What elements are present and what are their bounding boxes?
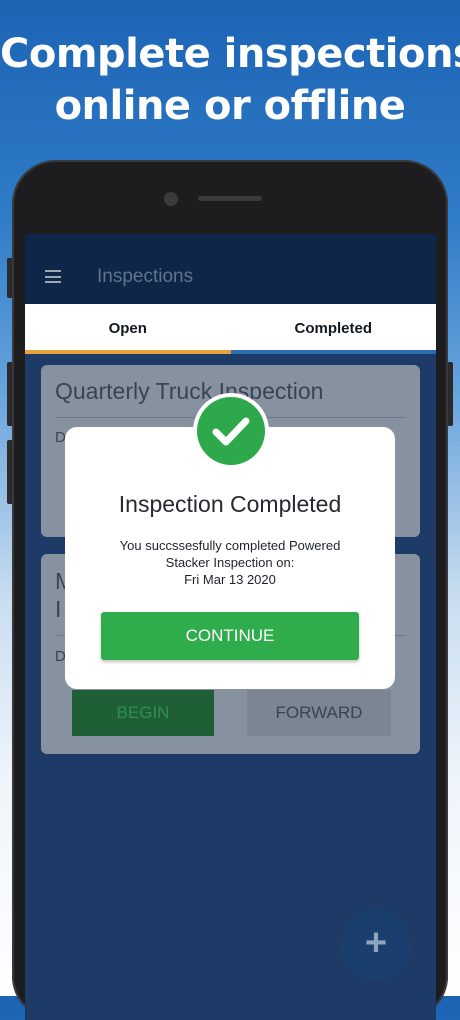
checkmark-icon: [197, 397, 265, 465]
headline: Complete inspections online or offline: [0, 28, 460, 132]
forward-button[interactable]: FORWARD: [247, 690, 391, 736]
tab-bar: Open Completed: [25, 304, 436, 354]
app-bar-title: Inspections: [97, 266, 194, 287]
continue-button[interactable]: CONTINUE: [101, 612, 359, 660]
card-title: Quarterly Truck Inspection: [55, 378, 324, 404]
tab-open[interactable]: Open: [25, 304, 231, 354]
dialog-message-line-2: Stacker Inspection on:: [165, 555, 295, 570]
dialog-message: You succssesfully completed Powered Stac…: [85, 537, 375, 588]
hamburger-menu-icon[interactable]: [45, 270, 61, 283]
dialog-title: Inspection Completed: [118, 491, 342, 517]
success-badge: [193, 393, 269, 469]
headline-line-1: Complete inspections: [0, 31, 460, 77]
begin-button[interactable]: BEGIN: [72, 690, 214, 736]
dialog-message-line-1: You succssesfully completed Powered: [119, 538, 341, 553]
app-bar: Inspections: [25, 234, 436, 304]
dialog-message-line-3: Fri Mar 13 2020: [184, 572, 276, 587]
headline-line-2: online or offline: [54, 83, 406, 129]
add-inspection-button[interactable]: +: [341, 910, 411, 980]
speaker-grille: [198, 196, 262, 201]
tab-completed[interactable]: Completed: [230, 304, 436, 354]
camera-icon: [164, 192, 178, 206]
card-title-line-2: I: [55, 596, 62, 622]
plus-icon: +: [364, 922, 388, 964]
